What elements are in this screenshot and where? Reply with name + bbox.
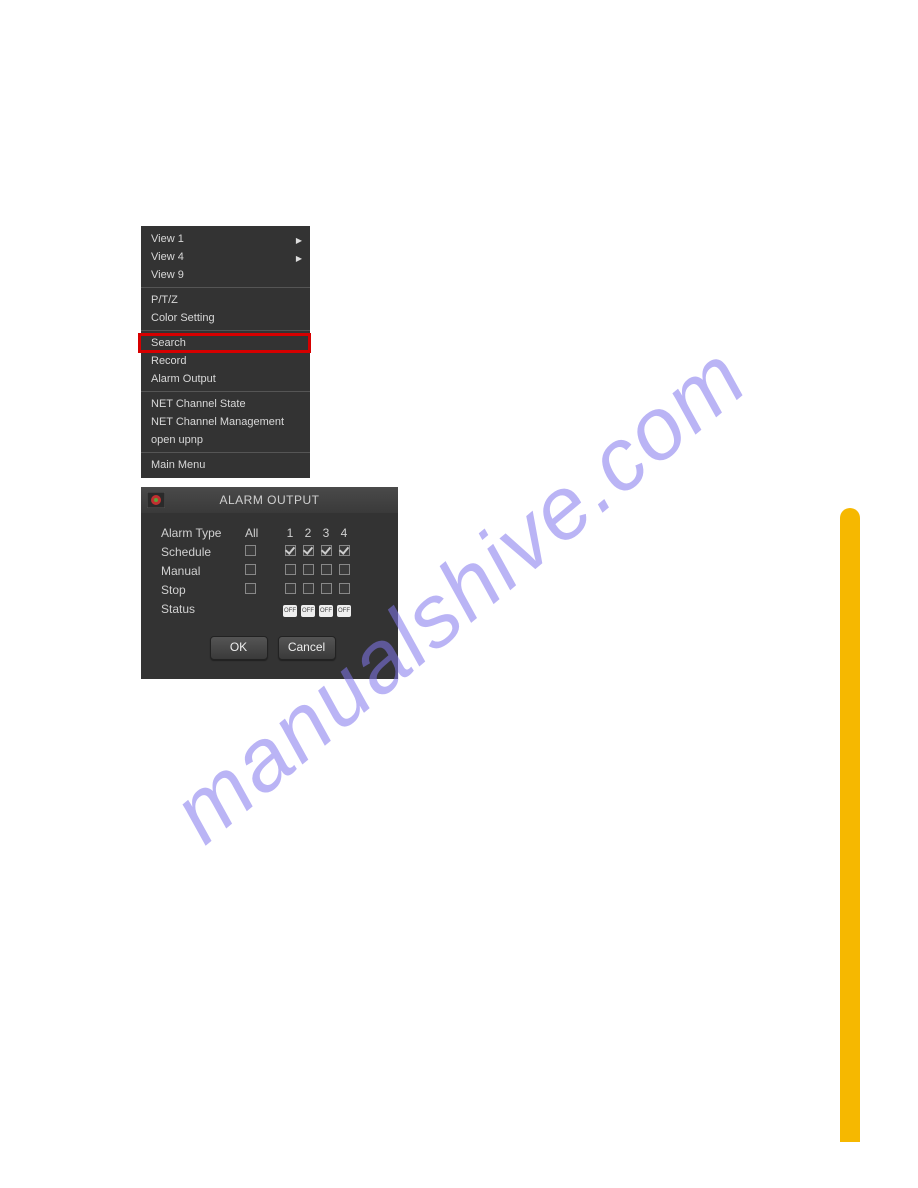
menu-item-record[interactable]: Record (141, 352, 310, 370)
checkbox-stop-2[interactable] (303, 583, 314, 594)
checkbox-stop-all[interactable] (245, 583, 256, 594)
alarm-output-dialog: ALARM OUTPUT Alarm Type All 1 2 3 4 Sche… (141, 487, 398, 679)
row-manual: Manual (161, 561, 384, 580)
menu-item-net-channel-management[interactable]: NET Channel Management (141, 413, 310, 431)
menu-separator (141, 452, 310, 453)
row-schedule: Schedule (161, 542, 384, 561)
checkbox-stop-4[interactable] (339, 583, 350, 594)
menu-item-label: P/T/Z (151, 294, 178, 306)
dialog-title: ALARM OUTPUT (173, 493, 366, 507)
checkbox-schedule-3[interactable] (321, 545, 332, 556)
checkbox-manual-2[interactable] (303, 564, 314, 575)
row-label: Schedule (161, 545, 245, 559)
menu-separator (141, 287, 310, 288)
checkbox-schedule-all[interactable] (245, 545, 256, 556)
col-header-4: 4 (335, 526, 353, 540)
menu-item-label: NET Channel Management (151, 416, 284, 428)
row-status: Status OFF OFF OFF OFF (161, 599, 384, 618)
checkbox-manual-1[interactable] (285, 564, 296, 575)
menu-item-label: Alarm Output (151, 373, 216, 385)
chevron-right-icon: ▶ (296, 234, 302, 248)
ok-button[interactable]: OK (210, 636, 268, 660)
highlight-rectangle (138, 333, 311, 353)
checkbox-manual-4[interactable] (339, 564, 350, 575)
menu-item-view4[interactable]: View 4 ▶ (141, 248, 310, 266)
alarm-icon (147, 492, 165, 508)
checkbox-stop-1[interactable] (285, 583, 296, 594)
status-indicator-2: OFF (301, 605, 315, 617)
checkbox-schedule-1[interactable] (285, 545, 296, 556)
row-label: Stop (161, 583, 245, 597)
menu-item-color-setting[interactable]: Color Setting (141, 309, 310, 327)
menu-item-label: View 9 (151, 269, 184, 281)
row-label: Manual (161, 564, 245, 578)
dialog-titlebar: ALARM OUTPUT (141, 487, 398, 513)
checkbox-schedule-2[interactable] (303, 545, 314, 556)
menu-item-net-channel-state[interactable]: NET Channel State (141, 395, 310, 413)
menu-item-label: Record (151, 355, 186, 367)
menu-item-open-upnp[interactable]: open upnp (141, 431, 310, 449)
menu-item-label: View 4 (151, 251, 184, 263)
menu-separator (141, 330, 310, 331)
menu-item-label: open upnp (151, 434, 203, 446)
checkbox-manual-3[interactable] (321, 564, 332, 575)
menu-item-view9[interactable]: View 9 (141, 266, 310, 284)
checkbox-schedule-4[interactable] (339, 545, 350, 556)
col-header-3: 3 (317, 526, 335, 540)
dialog-body: Alarm Type All 1 2 3 4 Schedule Manual (141, 513, 398, 660)
row-stop: Stop (161, 580, 384, 599)
dialog-footer: OK Cancel (161, 636, 384, 660)
side-accent-bar (840, 508, 860, 1142)
col-all-label: All (245, 526, 281, 540)
cancel-button[interactable]: Cancel (278, 636, 336, 660)
menu-item-alarm-output[interactable]: Alarm Output (141, 370, 310, 388)
col-header-1: 1 (281, 526, 299, 540)
checkbox-stop-3[interactable] (321, 583, 332, 594)
menu-item-label: Main Menu (151, 459, 205, 471)
menu-item-main-menu[interactable]: Main Menu (141, 456, 310, 474)
menu-item-label: NET Channel State (151, 398, 246, 410)
status-indicator-1: OFF (283, 605, 297, 617)
menu-item-ptz[interactable]: P/T/Z (141, 291, 310, 309)
col-header-2: 2 (299, 526, 317, 540)
col-type-label: Alarm Type (161, 526, 245, 540)
status-indicator-4: OFF (337, 605, 351, 617)
menu-item-label: Color Setting (151, 312, 215, 324)
menu-separator (141, 391, 310, 392)
menu-item-label: View 1 (151, 233, 184, 245)
row-label: Status (161, 602, 245, 616)
chevron-right-icon: ▶ (296, 252, 302, 266)
checkbox-manual-all[interactable] (245, 564, 256, 575)
status-indicator-3: OFF (319, 605, 333, 617)
header-row: Alarm Type All 1 2 3 4 (161, 523, 384, 542)
menu-item-view1[interactable]: View 1 ▶ (141, 230, 310, 248)
